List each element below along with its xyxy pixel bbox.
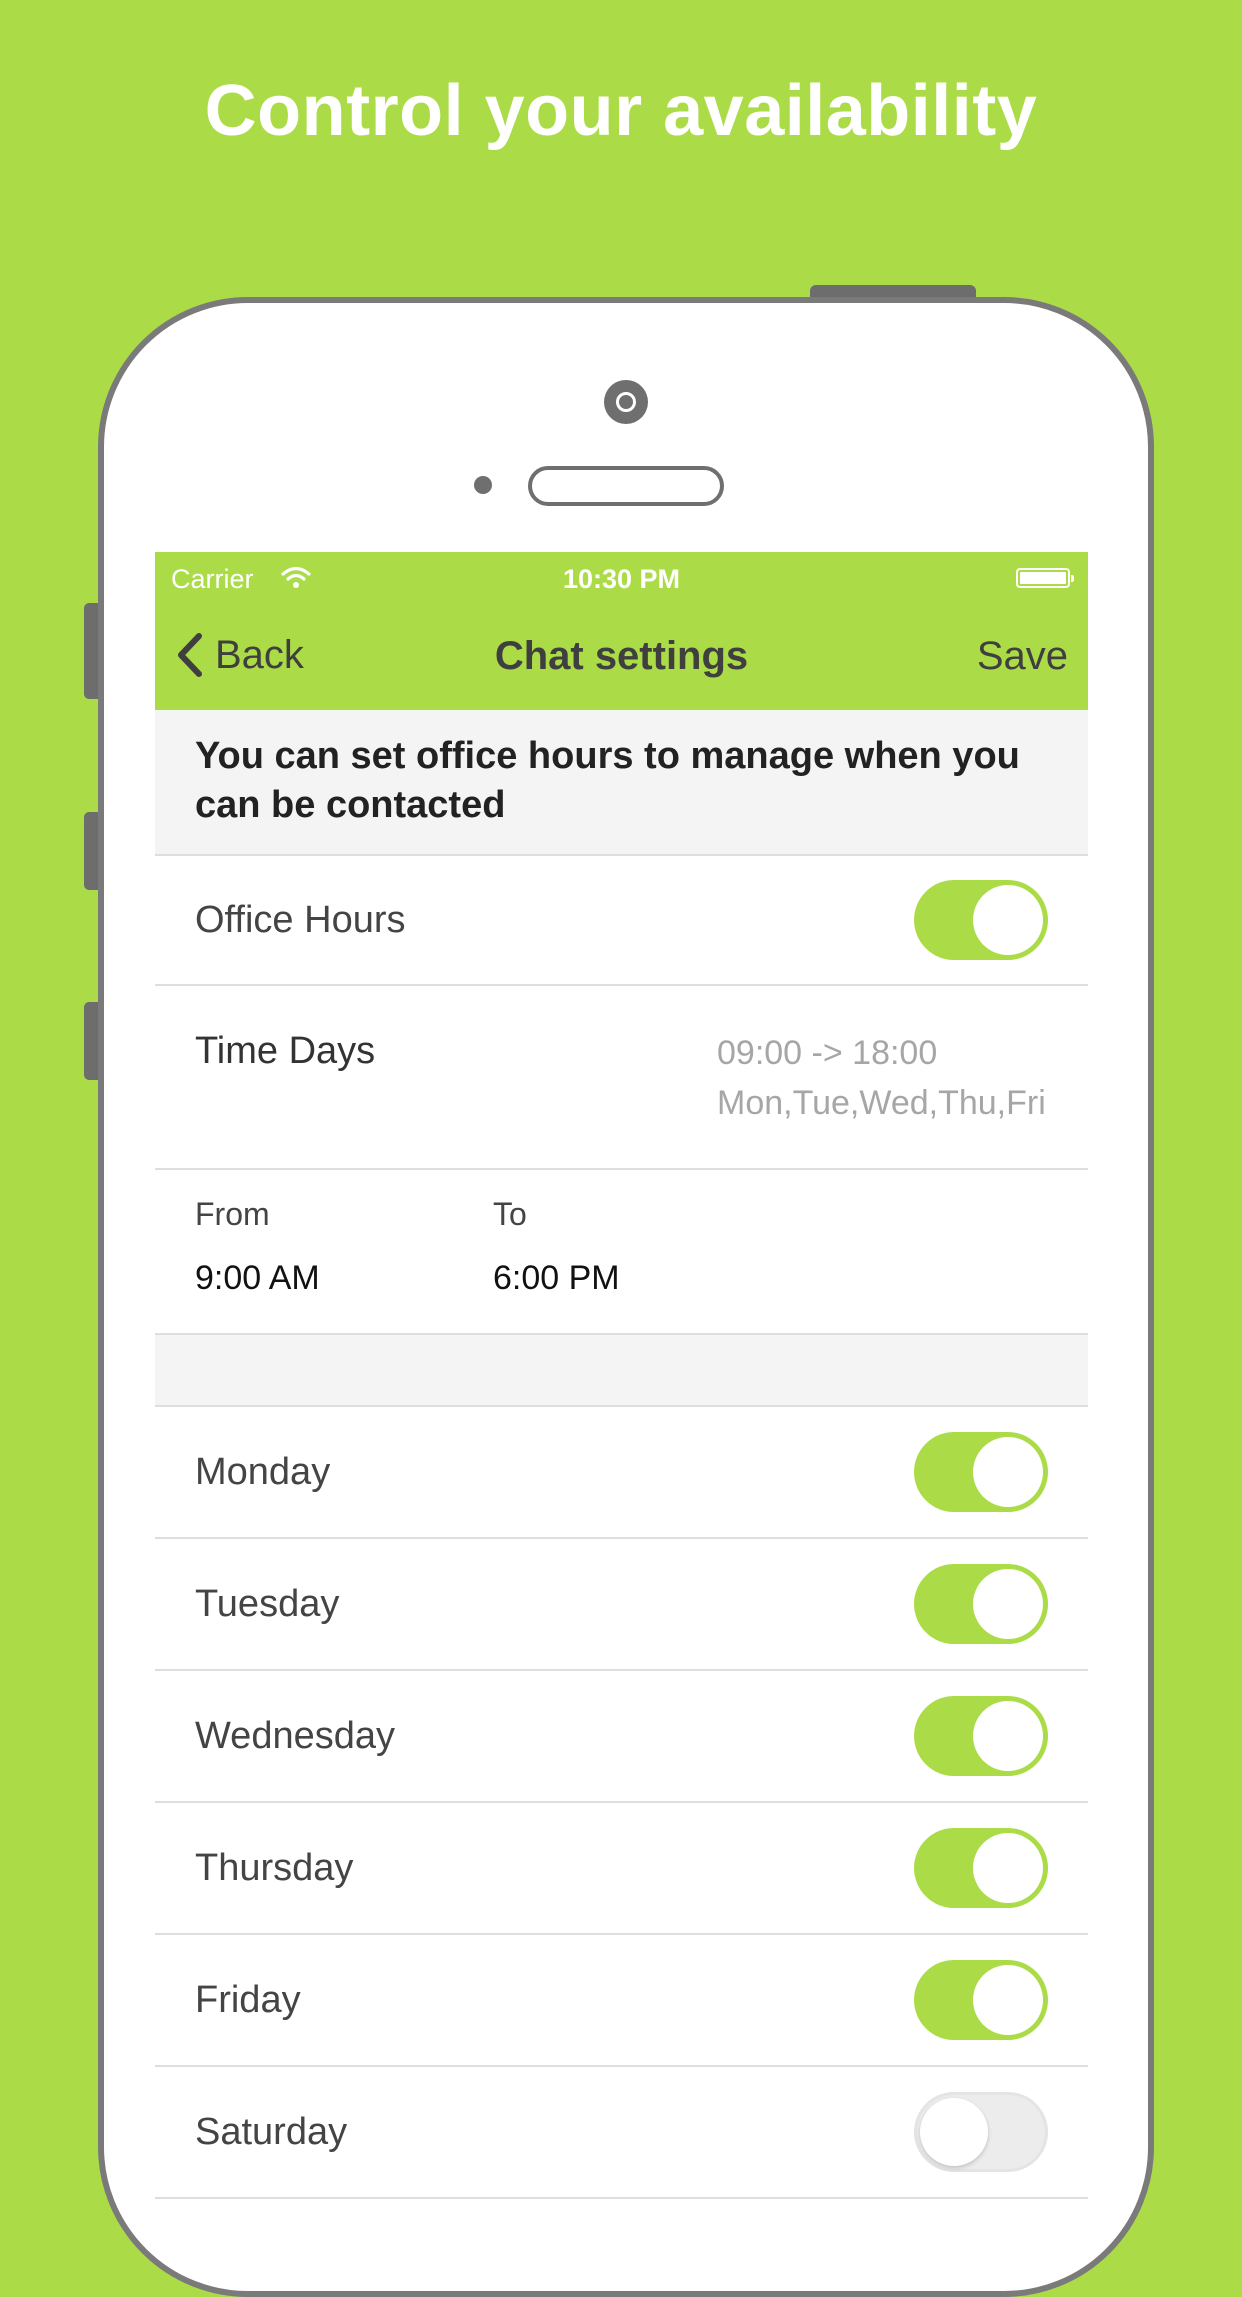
time-range-value: 09:00 -> 18:00 xyxy=(717,1034,938,1072)
selected-days-value: Mon,Tue,Wed,Thu,Fri xyxy=(717,1084,1046,1122)
office-hours-row: Office Hours xyxy=(155,856,1088,986)
time-days-row[interactable]: Time Days 09:00 -> 18:00 Mon,Tue,Wed,Thu… xyxy=(155,986,1088,1170)
day-row-friday: Friday xyxy=(155,1935,1088,2067)
from-caption: From xyxy=(195,1196,270,1232)
friday-toggle[interactable] xyxy=(914,1960,1048,2040)
status-bar: Carrier 10:30 PM xyxy=(155,552,1088,604)
from-time-picker[interactable]: From 9:00 AM xyxy=(195,1196,320,1298)
time-days-label: Time Days xyxy=(195,1030,376,1072)
day-label: Wednesday xyxy=(195,1714,395,1757)
toggle-knob xyxy=(973,1437,1043,1507)
earpiece-speaker xyxy=(528,466,724,506)
toggle-knob xyxy=(973,1701,1043,1771)
day-row-wednesday: Wednesday xyxy=(155,1671,1088,1803)
monday-toggle[interactable] xyxy=(914,1432,1048,1512)
battery-icon xyxy=(1016,568,1074,588)
day-label: Monday xyxy=(195,1450,331,1493)
day-label: Tuesday xyxy=(195,1582,340,1625)
to-caption: To xyxy=(493,1196,527,1232)
day-row-tuesday: Tuesday xyxy=(155,1539,1088,1671)
day-row-thursday: Thursday xyxy=(155,1803,1088,1935)
front-camera xyxy=(604,380,648,424)
toggle-knob xyxy=(973,1569,1043,1639)
section-divider xyxy=(155,1335,1088,1407)
save-button[interactable]: Save xyxy=(977,634,1068,679)
wednesday-toggle[interactable] xyxy=(914,1696,1048,1776)
tuesday-toggle[interactable] xyxy=(914,1564,1048,1644)
page-title: Chat settings xyxy=(494,634,749,678)
navigation-bar: Back Chat settings Save xyxy=(155,604,1088,710)
day-row-monday: Monday xyxy=(155,1407,1088,1539)
toggle-knob xyxy=(973,885,1043,955)
from-value: 9:00 AM xyxy=(195,1259,320,1297)
to-time-picker[interactable]: To 6:00 PM xyxy=(493,1196,620,1298)
info-banner: You can set office hours to manage when … xyxy=(155,710,1088,856)
toggle-knob xyxy=(973,1833,1043,1903)
day-row-saturday: Saturday xyxy=(155,2067,1088,2199)
day-label: Thursday xyxy=(195,1846,354,1889)
time-days-summary: 09:00 -> 18:00 Mon,Tue,Wed,Thu,Fri xyxy=(717,1028,1046,1128)
thursday-toggle[interactable] xyxy=(914,1828,1048,1908)
from-to-row: From 9:00 AM To 6:00 PM xyxy=(155,1170,1088,1335)
headline: Control your availability xyxy=(204,71,1038,151)
proximity-sensor xyxy=(474,476,492,494)
office-hours-toggle[interactable] xyxy=(914,880,1048,960)
status-time: 10:30 PM xyxy=(562,564,681,594)
office-hours-label: Office Hours xyxy=(195,898,406,941)
to-value: 6:00 PM xyxy=(493,1259,620,1297)
toggle-knob xyxy=(973,1965,1043,2035)
toggle-knob xyxy=(920,2098,988,2166)
app-screen: Carrier 10:30 PM Back Chat settings Save… xyxy=(155,552,1088,2208)
day-label: Friday xyxy=(195,1978,301,2021)
saturday-toggle[interactable] xyxy=(914,2092,1048,2172)
day-label: Saturday xyxy=(195,2110,348,2153)
